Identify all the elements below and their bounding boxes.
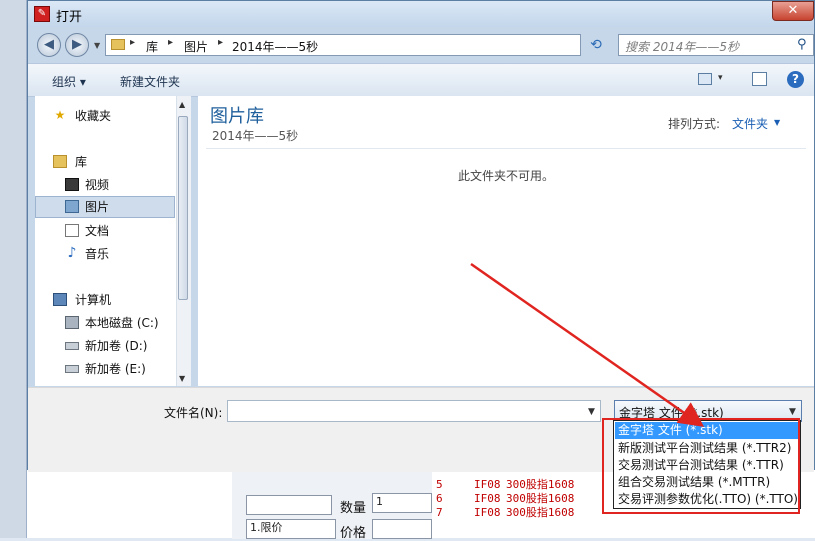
- annotation-arrow-line: [470, 262, 705, 427]
- annotation-arrow: [470, 262, 705, 427]
